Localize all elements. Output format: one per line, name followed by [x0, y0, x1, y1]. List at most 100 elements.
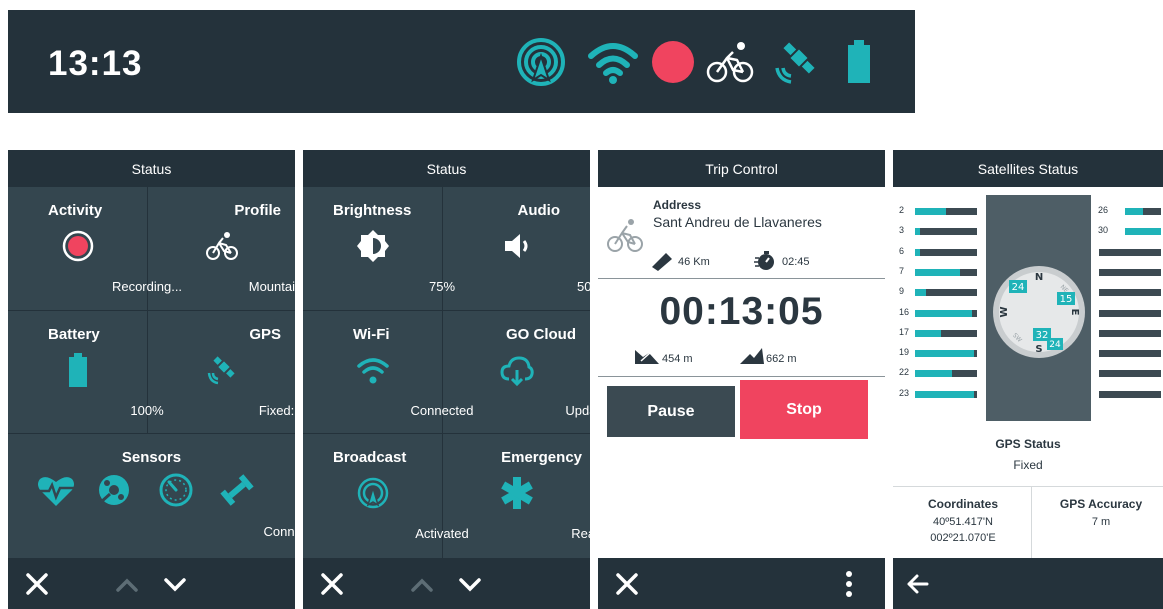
gocloud-label: GO Cloud [506, 326, 576, 343]
sensors-value: Connected [263, 524, 295, 539]
gps-label: GPS [249, 326, 281, 343]
signal-fill [915, 390, 974, 398]
satellite-id: 2 [899, 205, 905, 215]
satellite-id: 3 [899, 225, 905, 236]
audio-icon [504, 234, 527, 258]
signal-bar [915, 350, 977, 358]
brightness-tile[interactable]: Brightness 75% [303, 187, 455, 310]
gocloud-tile[interactable]: GO Cloud Updated [443, 311, 590, 433]
address-label: Address [653, 198, 702, 212]
satellite-id: 7 [899, 265, 905, 276]
signal-fill [1125, 208, 1143, 215]
compass-n: N [1035, 272, 1043, 283]
wifi-tile[interactable]: Wi-Fi Connected [303, 311, 473, 433]
coordinates-section: Coordinates 40º51.417'N 002º21.070'E GPS… [893, 486, 1163, 559]
satellite-row: 2 [899, 200, 984, 220]
emergency-icon [500, 477, 533, 509]
panel-title: Status [303, 150, 590, 187]
close-button[interactable] [602, 558, 652, 609]
sensors-tile[interactable]: Sensors Connected [8, 434, 295, 558]
audio-value: 50% [576, 279, 590, 294]
heart-rate-icon [38, 477, 74, 506]
scroll-down-button[interactable] [150, 558, 200, 609]
wifi-label: Wi-Fi [353, 326, 390, 343]
broadcast-tile[interactable]: Broadcast Activated [303, 434, 469, 558]
sat-marker: 24 [1049, 340, 1061, 350]
signal-fill [1125, 228, 1161, 236]
satellite-row [1095, 322, 1161, 342]
audio-label: Audio [517, 202, 561, 219]
broadcast-icon [357, 477, 388, 509]
stop-button[interactable]: Stop [740, 380, 868, 439]
audio-tile[interactable]: Audio 50% [443, 187, 590, 310]
pause-button[interactable]: Pause [607, 386, 735, 437]
gocloud-value: Updated [565, 403, 590, 418]
satellite-id: 30 [1098, 225, 1109, 236]
battery-tile[interactable]: Battery 100% [8, 311, 164, 433]
emergency-tile[interactable]: Emergency Ready [443, 434, 590, 558]
signal-bar [1099, 390, 1161, 398]
panel-title: Trip Control [598, 150, 885, 187]
scroll-up-button[interactable] [397, 558, 447, 609]
satellites-status-panel: Satellites Status 2 3 6 7 9 16 17 19 22 23 26 30 N… [893, 150, 1163, 609]
satellite-id: 19 [899, 347, 910, 358]
coordinates-label: Coordinates [927, 497, 998, 511]
speed-sensor-icon [159, 473, 193, 507]
satellite-row [1095, 281, 1161, 301]
descent-icon [635, 350, 659, 364]
wifi-icon [588, 43, 638, 84]
profile-value: Mountain Biking [248, 279, 295, 294]
signal-bar [915, 309, 977, 317]
latitude-value: 40º51.417'N [933, 516, 993, 528]
bike-profile-icon [205, 232, 238, 260]
back-button[interactable] [893, 558, 943, 609]
duration-value: 02:45 [782, 256, 810, 268]
satellite-row [1095, 362, 1161, 382]
power-icon [220, 474, 254, 506]
signal-bar [915, 289, 977, 297]
satellite-row: 17 [899, 322, 984, 342]
gps-satellite-icon [207, 356, 235, 385]
scroll-down-button[interactable] [445, 558, 495, 609]
gps-value: Fixed: 100% [258, 403, 295, 418]
sensors-label: Sensors [121, 449, 182, 466]
panel-footer [598, 558, 885, 609]
satellite-row [1095, 261, 1161, 281]
satellite-id: 26 [1098, 205, 1109, 215]
gps-satellite-icon [775, 42, 815, 84]
satellite-id: 23 [899, 387, 910, 398]
signal-fill [915, 329, 942, 337]
status-panel-1: Status Activity Recording... Profile Mou… [8, 150, 295, 609]
gps-tile[interactable]: GPS Fixed: 100% [148, 311, 295, 433]
sat-marker: 15 [1060, 294, 1073, 305]
signal-bar [1125, 228, 1161, 236]
scroll-up-button[interactable] [102, 558, 152, 609]
broadcast-icon [517, 38, 565, 86]
profile-tile[interactable]: Profile Mountain Biking [148, 187, 295, 310]
signal-bar [1099, 350, 1161, 358]
ascent-value: 662 m [766, 353, 797, 365]
distance-icon [652, 253, 672, 271]
status-panel-2: Status Brightness 75% Audio 50% Wi-Fi Co… [303, 150, 590, 609]
close-button[interactable] [12, 558, 62, 609]
recording-icon [652, 41, 694, 83]
sat-marker: 32 [1036, 330, 1049, 341]
satellite-row: 26 [1095, 200, 1161, 220]
signal-bar [915, 329, 977, 337]
satellite-id: 16 [899, 306, 910, 317]
signal-bar [1099, 309, 1161, 317]
close-button[interactable] [307, 558, 357, 609]
profile-label: Profile [234, 202, 281, 219]
compass-e: E [1069, 309, 1080, 316]
signal-bar [915, 370, 977, 378]
clock-time: 13:13 [48, 44, 143, 83]
panel-title: Status [8, 150, 295, 187]
cloud-sync-icon [499, 356, 534, 387]
signal-fill [915, 370, 953, 378]
signal-fill [915, 289, 927, 297]
bike-profile-icon [706, 42, 754, 83]
signal-fill [915, 228, 920, 236]
emergency-value: Ready [571, 526, 590, 541]
activity-tile[interactable]: Activity Recording... [8, 187, 182, 310]
more-options-button[interactable] [824, 558, 874, 609]
